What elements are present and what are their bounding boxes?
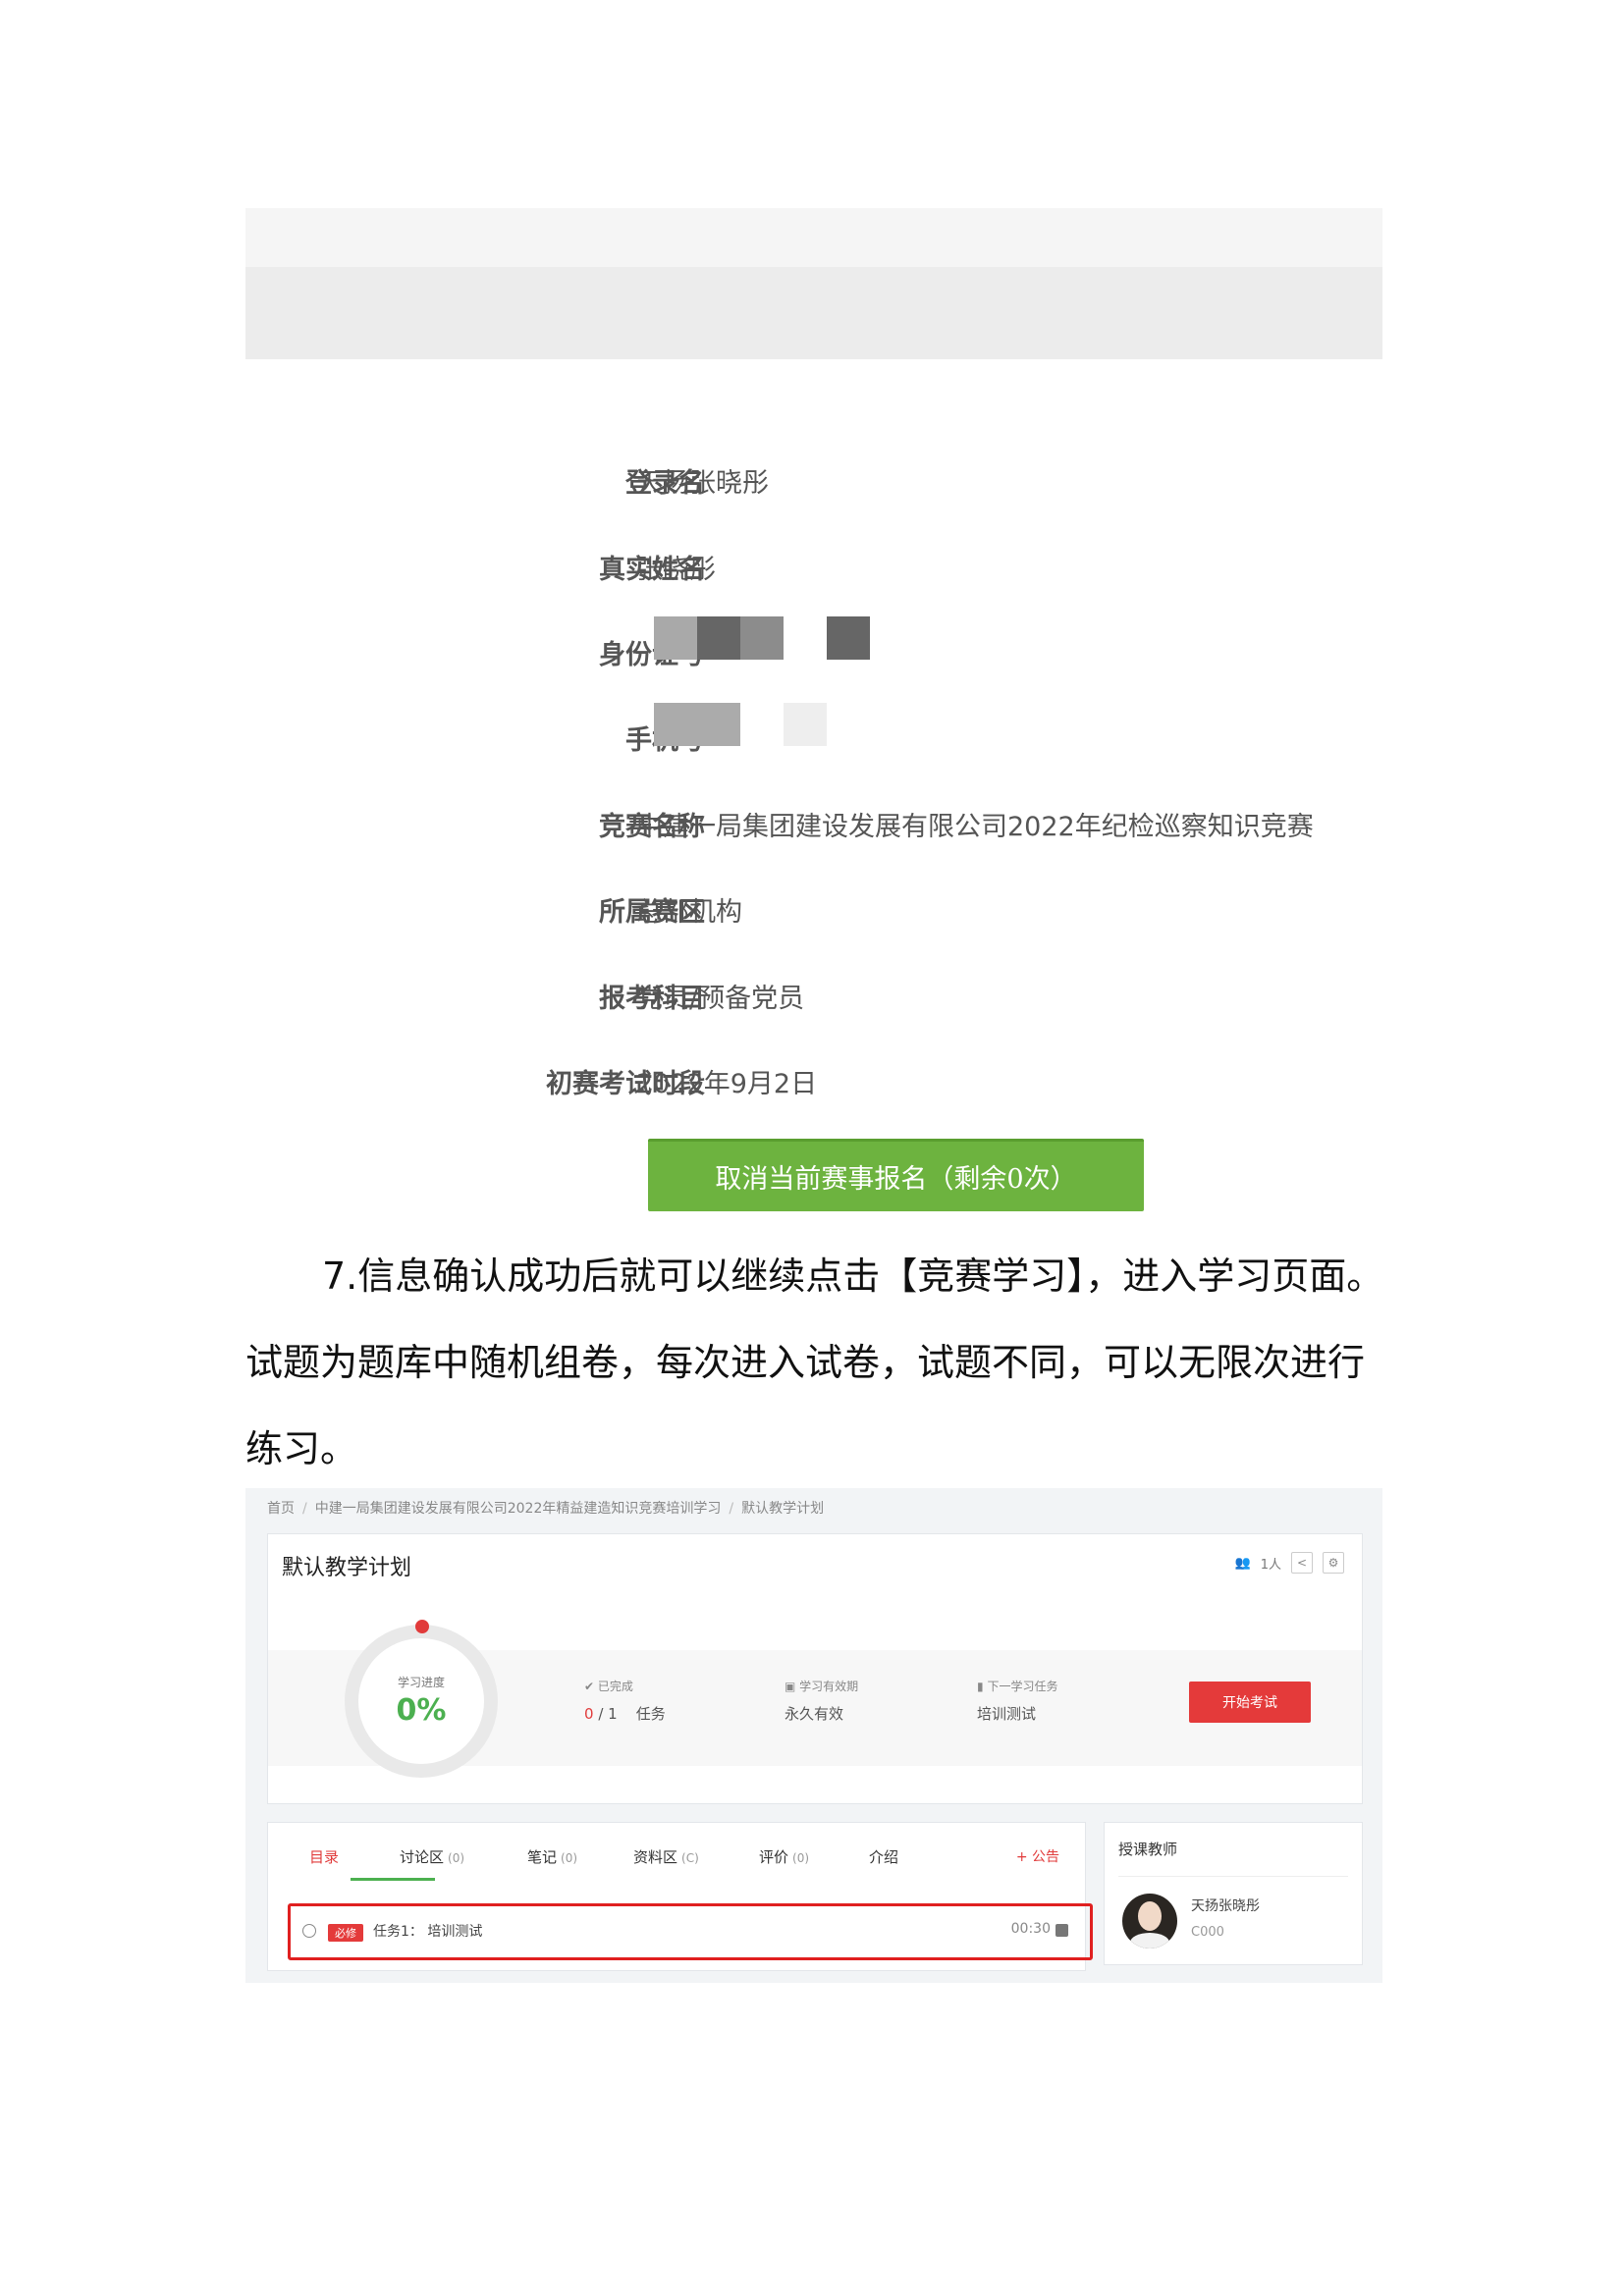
validity-stat-value: 永久有效	[785, 1705, 844, 1723]
registration-header-bar	[245, 208, 1382, 359]
next-task-stat-label: ▮ 下一学习任务	[977, 1680, 1058, 1693]
progress-marker	[415, 1620, 429, 1633]
info-row-real-name: 真实姓名 张晓彤	[245, 534, 1382, 593]
completed-stat-label: ✔ 已完成	[584, 1680, 633, 1693]
info-value: 张晓彤	[636, 555, 716, 585]
divider	[1118, 1876, 1348, 1877]
start-exam-button[interactable]: 开始考试	[1189, 1682, 1311, 1723]
progress-ring: 学习进度 0%	[345, 1620, 498, 1778]
header-strip	[245, 208, 1382, 267]
teacher-card: 授课教师 天扬张晓彤 C000	[1104, 1822, 1363, 1965]
course-tabs-card: 目录 讨论区 (0) 笔记 (0) 资料区 (C) 评价 (0) 介绍 + 公告 必修 …	[267, 1822, 1093, 1971]
task-exam-icon	[1056, 1924, 1068, 1937]
tab-discussion[interactable]: 讨论区 (0)	[400, 1846, 464, 1867]
teacher-code: C000	[1191, 1925, 1224, 1940]
paragraph-line: 7.信息确认成功后就可以继续点击【竞赛学习】，进入学习页面。	[245, 1233, 1384, 1319]
tab-notes[interactable]: 笔记 (0)	[527, 1846, 577, 1867]
info-value: 天扬张晓彤	[636, 468, 769, 499]
teacher-name: 天扬张晓彤	[1191, 1898, 1260, 1914]
info-value: 总部机构	[636, 897, 742, 928]
members-icon: 👥	[1234, 1555, 1251, 1571]
avatar	[1122, 1894, 1177, 1949]
info-row-exam-period: 初赛考试时段 2022年9月2日	[245, 1048, 1382, 1107]
book-icon: ▮	[977, 1680, 984, 1693]
redaction-block	[654, 616, 697, 660]
progress-value: 0%	[396, 1693, 447, 1728]
plan-title: 默认教学计划	[282, 1556, 412, 1580]
tab-intro[interactable]: 介绍	[869, 1846, 902, 1867]
info-row-contest-name: 竞赛名称 中建一局集团建设发展有限公司2022年纪检巡察知识竞赛	[245, 791, 1382, 850]
info-row-division: 所属赛区 总部机构	[245, 877, 1382, 935]
paragraph-line: 练习。	[245, 1427, 358, 1470]
info-value: 党员/预备党员	[636, 984, 805, 1014]
info-row-id-number: 身份证号	[245, 619, 1382, 678]
notice-link[interactable]: + 公告	[1016, 1846, 1059, 1866]
task-title[interactable]: 任务1： 培训测试	[373, 1921, 482, 1941]
info-value: 中建一局集团建设发展有限公司2022年纪检巡察知识竞赛	[636, 812, 1314, 842]
task-status-circle-icon	[302, 1924, 316, 1938]
redaction-block	[784, 703, 827, 746]
instruction-paragraph: 7.信息确认成功后就可以继续点击【竞赛学习】，进入学习页面。 试题为题库中随机组…	[245, 1233, 1384, 1492]
breadcrumb: 首页 / 中建一局集团建设发展有限公司2022年精益建造知识竞赛培训学习 / 默认教学计…	[267, 1501, 825, 1517]
redaction-block	[697, 616, 740, 660]
progress-label: 学习进度	[397, 1676, 445, 1689]
calendar-icon: ▣	[785, 1680, 796, 1693]
plan-card: 默认教学计划 👥 1人 < ⚙ 学习进度 0% ✔ 已完成 0 / 1 任务 ▣…	[267, 1533, 1363, 1804]
gear-icon[interactable]: ⚙	[1323, 1552, 1344, 1574]
breadcrumb-home[interactable]: 首页	[267, 1501, 295, 1517]
tab-reviews[interactable]: 评价 (0)	[759, 1846, 809, 1867]
completed-stat-value: 0 / 1 任务	[584, 1705, 666, 1723]
learning-page-screenshot: 首页 / 中建一局集团建设发展有限公司2022年精益建造知识竞赛培训学习 / 默认教学计…	[245, 1488, 1382, 1983]
check-circle-icon: ✔	[584, 1680, 595, 1693]
active-tab-underline	[351, 1878, 435, 1881]
info-row-subject: 报考科目 党员/预备党员	[245, 963, 1382, 1022]
tab-catalog[interactable]: 目录	[309, 1846, 343, 1867]
redaction-block	[827, 616, 870, 660]
plan-tools: 👥 1人 < ⚙	[1235, 1552, 1344, 1574]
share-icon[interactable]: <	[1291, 1552, 1313, 1574]
paragraph-line: 试题为题库中随机组卷，每次进入试卷，试题不同，可以无限次进行	[245, 1341, 1366, 1384]
breadcrumb-plan: 默认教学计划	[741, 1501, 825, 1517]
redaction-block	[740, 616, 784, 660]
info-value: 2022年9月2日	[636, 1069, 818, 1099]
teacher-card-title: 授课教师	[1118, 1841, 1178, 1858]
required-badge: 必修	[328, 1924, 363, 1942]
task-duration: 00:30	[1010, 1921, 1051, 1937]
member-count: 1人	[1260, 1557, 1281, 1573]
cancel-registration-button[interactable]: 取消当前赛事报名（剩余0次）	[648, 1139, 1144, 1211]
task-row-highlighted[interactable]: 必修 任务1： 培训测试 00:30	[288, 1903, 1093, 1960]
validity-stat-label: ▣ 学习有效期	[785, 1680, 859, 1693]
tab-materials[interactable]: 资料区 (C)	[633, 1846, 699, 1867]
next-task-stat-value: 培训测试	[977, 1705, 1037, 1723]
paragraph-line-text: 7.信息确认成功后就可以继续点击【竞赛学习】，进入学习页面。	[322, 1255, 1384, 1298]
redaction-block	[654, 703, 740, 746]
info-row-login-name: 登录名 天扬张晓彤	[245, 448, 1382, 507]
breadcrumb-course[interactable]: 中建一局集团建设发展有限公司2022年精益建造知识竞赛培训学习	[315, 1501, 722, 1517]
